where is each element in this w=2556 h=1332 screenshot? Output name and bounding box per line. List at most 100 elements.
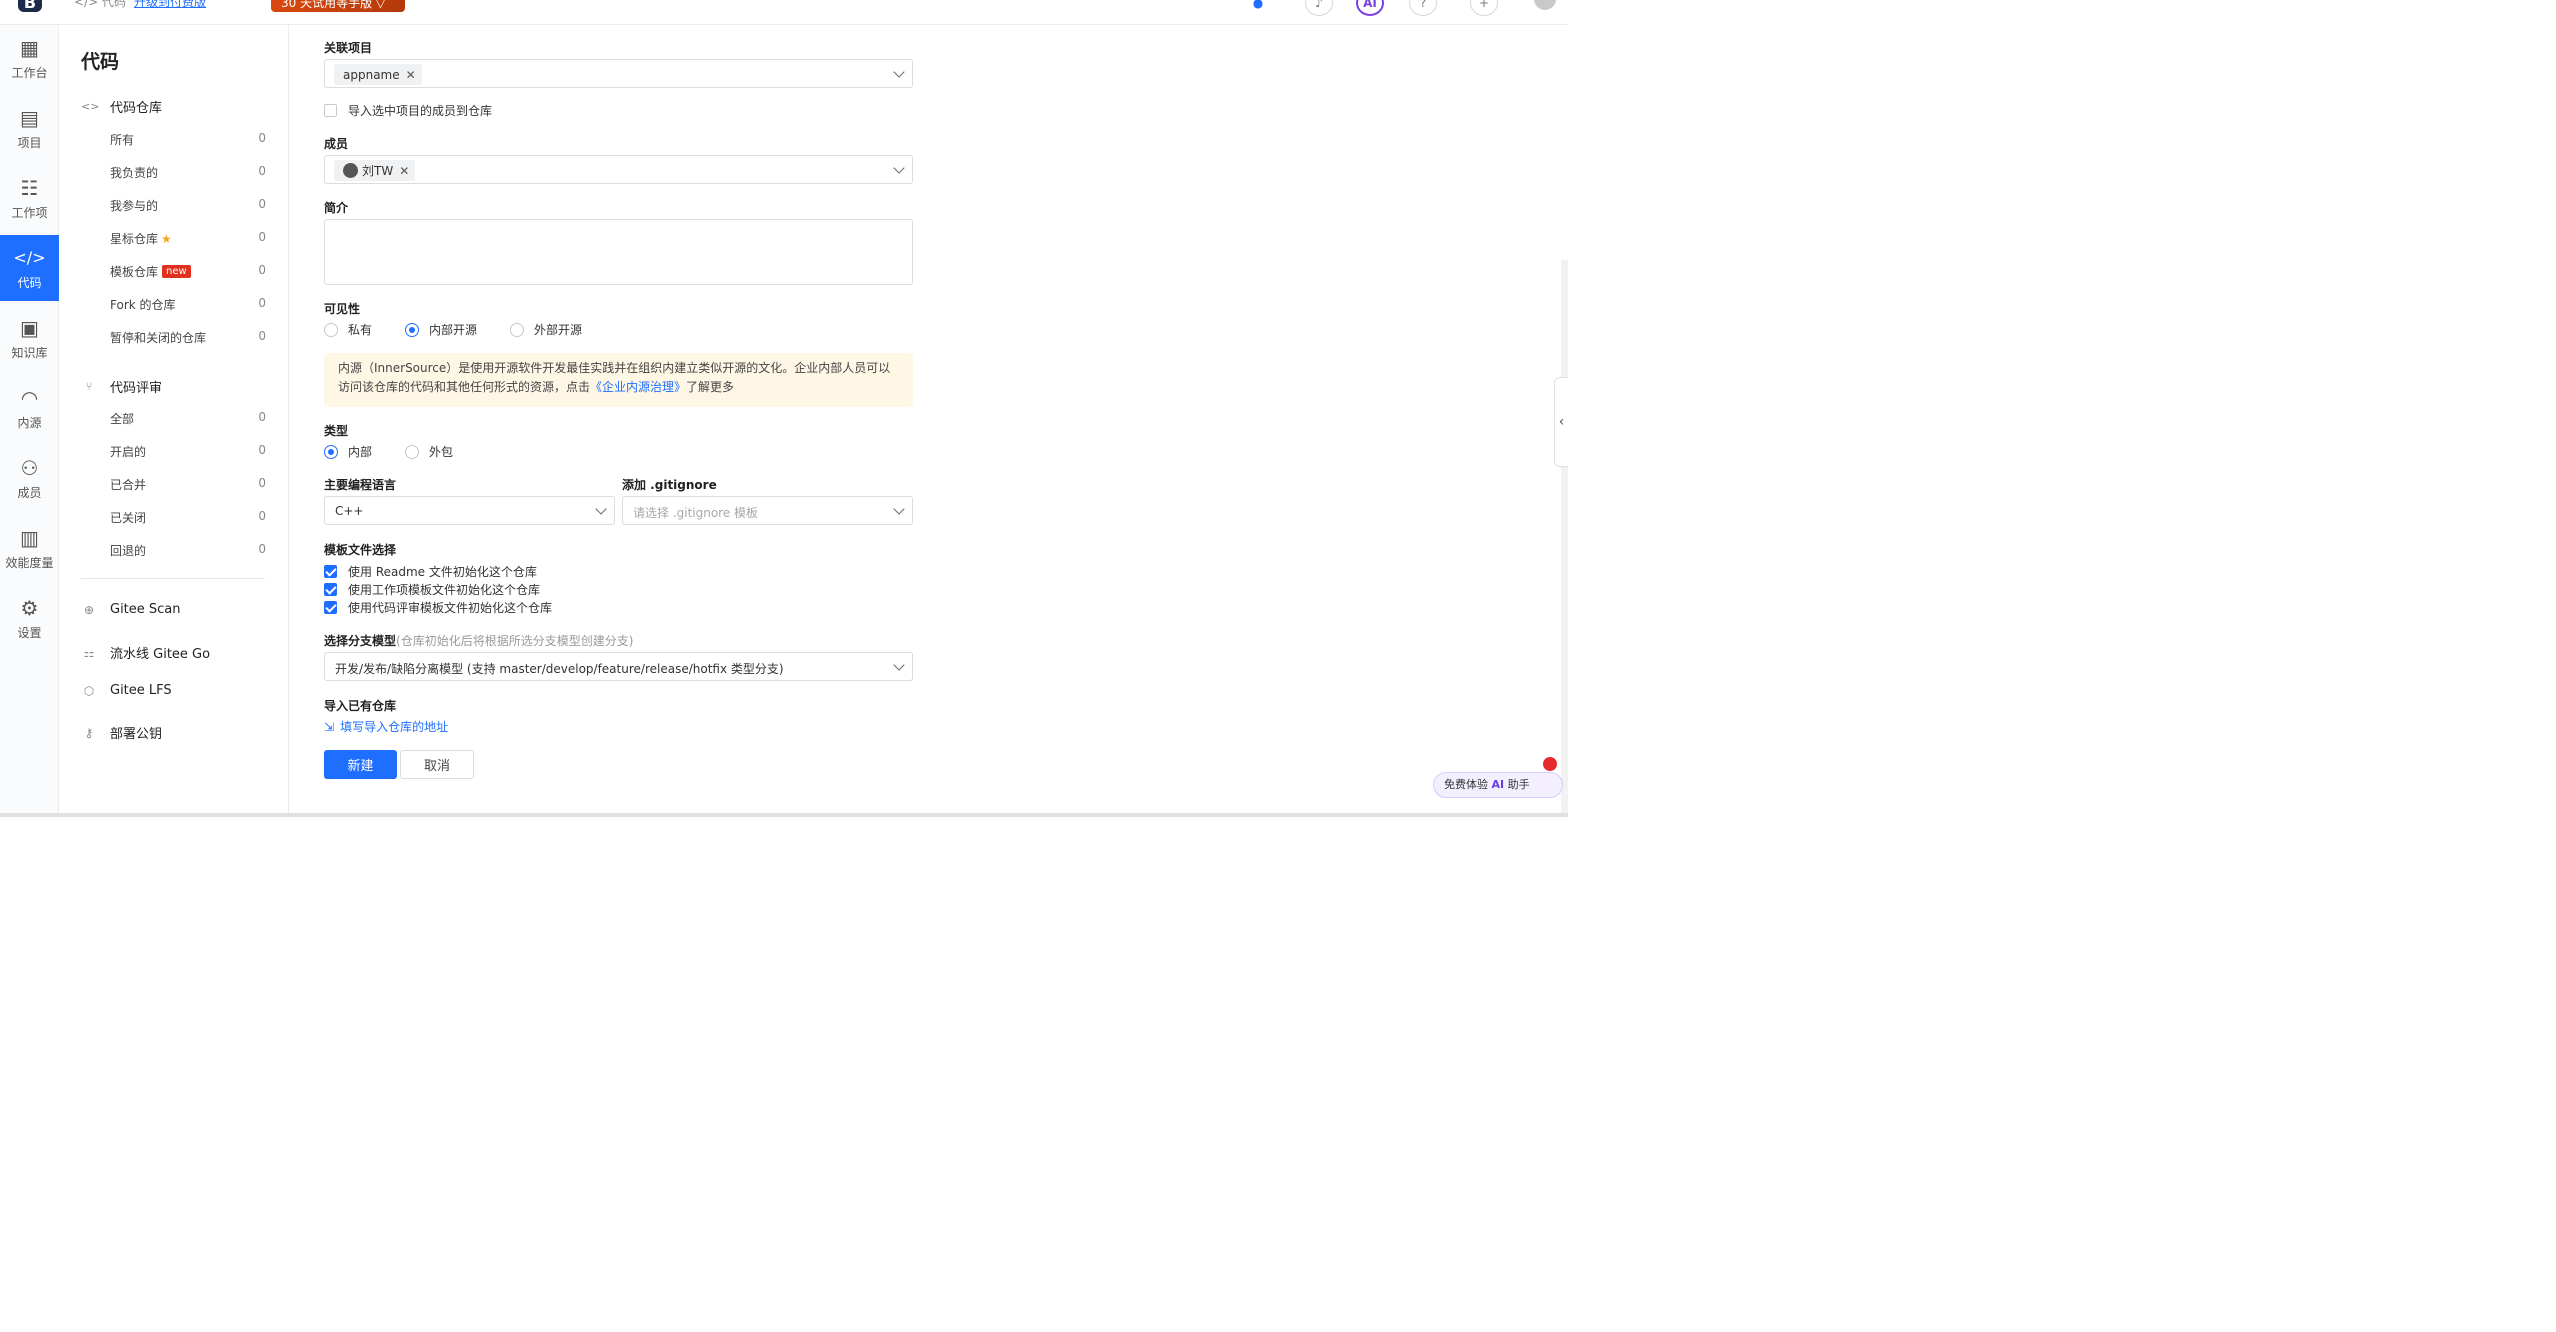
cube-icon: ⬡ (83, 683, 95, 698)
nav-item-settings[interactable]: ⚙ 设置 (0, 585, 59, 651)
visibility-internal-option[interactable]: 内部开源 (405, 321, 477, 338)
innersource-governance-link[interactable]: 《企业内源治理》 (590, 380, 686, 394)
radio-button[interactable] (510, 322, 525, 337)
primary-nav: ▦ 工作台 ▤ 项目 ☷ 工作项 </> 代码 ▣ 知识库 ◠ 内源 ⚇ 成员 … (0, 25, 59, 817)
sidebar-item-review-closed[interactable]: 已关闭 0 (110, 509, 266, 526)
notification-icon[interactable]: ● (1244, 0, 1272, 16)
member-tag: 刘TW ✕ (334, 160, 416, 181)
chevron-down-icon (893, 659, 905, 671)
collapse-panel-button[interactable]: ‹ (1554, 377, 1568, 467)
nav-item-code[interactable]: </> 代码 (0, 235, 59, 301)
nav-label: 效能度量 (5, 555, 54, 570)
app-root: B </> 代码 升级到付费版 30 天试用等手版 ▽ ● ♪ AI ? + ▦… (0, 0, 1568, 817)
sidebar-item-all-repos[interactable]: 所有 0 (110, 131, 266, 148)
radio-button[interactable] (324, 444, 338, 459)
type-outsource-option[interactable]: 外包 (405, 443, 453, 460)
template-issue-option[interactable]: 使用工作项模板文件初始化这个仓库 (324, 581, 540, 598)
import-members-option[interactable]: 导入选中项目的成员到仓库 (324, 102, 492, 119)
sidebar-item-review-merged[interactable]: 已合并 0 (110, 476, 266, 493)
visibility-public-option[interactable]: 外部开源 (510, 321, 582, 338)
nav-label: 代码 (17, 275, 42, 290)
gitignore-select[interactable]: 请选择 .gitignore 模板 (622, 496, 913, 525)
sidebar-title: 代码 (81, 51, 120, 73)
visibility-private-option[interactable]: 私有 (324, 321, 372, 338)
innersource-icon: ◠ (20, 385, 39, 410)
upgrade-link[interactable]: 升级到付费版 (134, 0, 206, 10)
plus-icon[interactable]: + (1470, 0, 1498, 16)
ai-icon[interactable]: AI (1356, 0, 1384, 16)
intro-textarea[interactable] (324, 219, 913, 285)
sidebar-item-template-repos[interactable]: 模板仓库 new 0 (110, 263, 266, 280)
nav-item-metrics[interactable]: ▥ 效能度量 (0, 515, 59, 581)
member-avatar (343, 163, 358, 178)
template-readme-option[interactable]: 使用 Readme 文件初始化这个仓库 (324, 563, 537, 580)
chevron-down-icon (893, 503, 905, 515)
members-icon: ⚇ (20, 455, 39, 480)
sidebar-item-review-all[interactable]: 全部 0 (110, 410, 266, 427)
nav-label: 内源 (17, 415, 42, 430)
brand-logo[interactable]: B (18, 0, 42, 12)
sidebar-item-joined-repos[interactable]: 我参与的 0 (110, 197, 266, 214)
sidebar-item-deploy-keys[interactable]: ⚷ 部署公钥 (81, 723, 162, 743)
branch-model-select[interactable]: 开发/发布/缺陷分离模型 (支持 master/develop/feature/… (324, 652, 913, 681)
radio-button[interactable] (405, 322, 420, 337)
cancel-button[interactable]: 取消 (400, 750, 474, 779)
close-icon[interactable]: ✕ (406, 68, 416, 82)
new-badge: new (162, 265, 191, 278)
template-pr-option[interactable]: 使用代码评审模板文件初始化这个仓库 (324, 599, 552, 616)
project-select[interactable]: appname ✕ (324, 59, 913, 88)
sidebar-item-gitee-lfs[interactable]: ⬡ Gitee LFS (81, 683, 172, 698)
radio-button[interactable] (405, 444, 420, 459)
import-repo-link[interactable]: ⇲ 填写导入仓库的地址 (324, 718, 448, 735)
template-label: 模板文件选择 (324, 543, 397, 557)
close-icon[interactable]: ✕ (399, 164, 409, 178)
members-select[interactable]: 刘TW ✕ (324, 155, 913, 184)
scrollbar[interactable] (1561, 260, 1568, 817)
nav-label: 工作项 (11, 205, 48, 220)
nav-item-wiki[interactable]: ▣ 知识库 (0, 305, 59, 371)
visibility-label: 可见性 (324, 302, 361, 316)
nav-item-innersource[interactable]: ◠ 内源 (0, 375, 59, 441)
nav-item-dashboard[interactable]: ▦ 工作台 (0, 25, 59, 91)
chevron-down-icon (595, 503, 607, 515)
radio-button[interactable] (324, 322, 338, 337)
pr-template-checkbox[interactable] (324, 601, 337, 614)
sidebar-item-owned-repos[interactable]: 我负责的 0 (110, 164, 266, 181)
sidebar-item-closed-repos[interactable]: 暂停和关闭的仓库 0 (110, 329, 266, 346)
trial-badge[interactable]: 30 天试用等手版 ▽ (271, 0, 405, 12)
chevron-down-icon (893, 66, 905, 78)
star-icon: ★ (161, 231, 172, 246)
ai-assistant-icon[interactable] (1543, 757, 1557, 771)
sidebar-item-review-open[interactable]: 开启的 0 (110, 443, 266, 460)
bell-icon[interactable]: ♪ (1305, 0, 1333, 16)
language-select[interactable]: C++ (324, 496, 615, 525)
sidebar-group-reviews[interactable]: ⑂ 代码评审 (81, 377, 162, 396)
ai-helper-button[interactable]: 免费体验 AI 助手 (1433, 772, 1563, 798)
nav-item-members[interactable]: ⚇ 成员 (0, 445, 59, 511)
user-avatar[interactable] (1534, 0, 1556, 10)
issue-template-checkbox[interactable] (324, 583, 337, 596)
create-button[interactable]: 新建 (324, 750, 397, 779)
sidebar-item-review-reverted[interactable]: 回退的 0 (110, 542, 266, 559)
sidebar-item-gitee-scan[interactable]: ⊕ Gitee Scan (81, 602, 181, 617)
branch-model-label: 选择分支模型(仓库初始化后将根据所选分支模型创建分支) (324, 634, 634, 648)
sidebar-divider (81, 578, 265, 579)
readme-checkbox[interactable] (324, 565, 337, 578)
import-members-checkbox[interactable] (324, 104, 337, 117)
dashboard-icon: ▦ (20, 35, 39, 60)
chevron-left-icon: ‹ (1558, 414, 1565, 430)
code-icon: </> (13, 247, 46, 267)
metrics-icon: ▥ (20, 525, 39, 550)
language-label: 主要编程语言 (324, 478, 397, 492)
sidebar-item-gitee-go[interactable]: ⚏ 流水线 Gitee Go (81, 643, 210, 663)
sidebar-item-starred-repos[interactable]: 星标仓库 ★ 0 (110, 230, 266, 247)
bottom-border (0, 813, 1568, 817)
nav-item-tasks[interactable]: ☷ 工作项 (0, 165, 59, 231)
help-icon[interactable]: ? (1409, 0, 1437, 16)
members-label: 成员 (324, 137, 349, 151)
sidebar-item-fork-repos[interactable]: Fork 的仓库 0 (110, 296, 266, 313)
sidebar-group-repos[interactable]: <> 代码仓库 (81, 97, 162, 116)
branch-model-hint: (仓库初始化后将根据所选分支模型创建分支) (396, 634, 634, 648)
type-internal-option[interactable]: 内部 (324, 443, 372, 460)
nav-item-project[interactable]: ▤ 项目 (0, 95, 59, 161)
